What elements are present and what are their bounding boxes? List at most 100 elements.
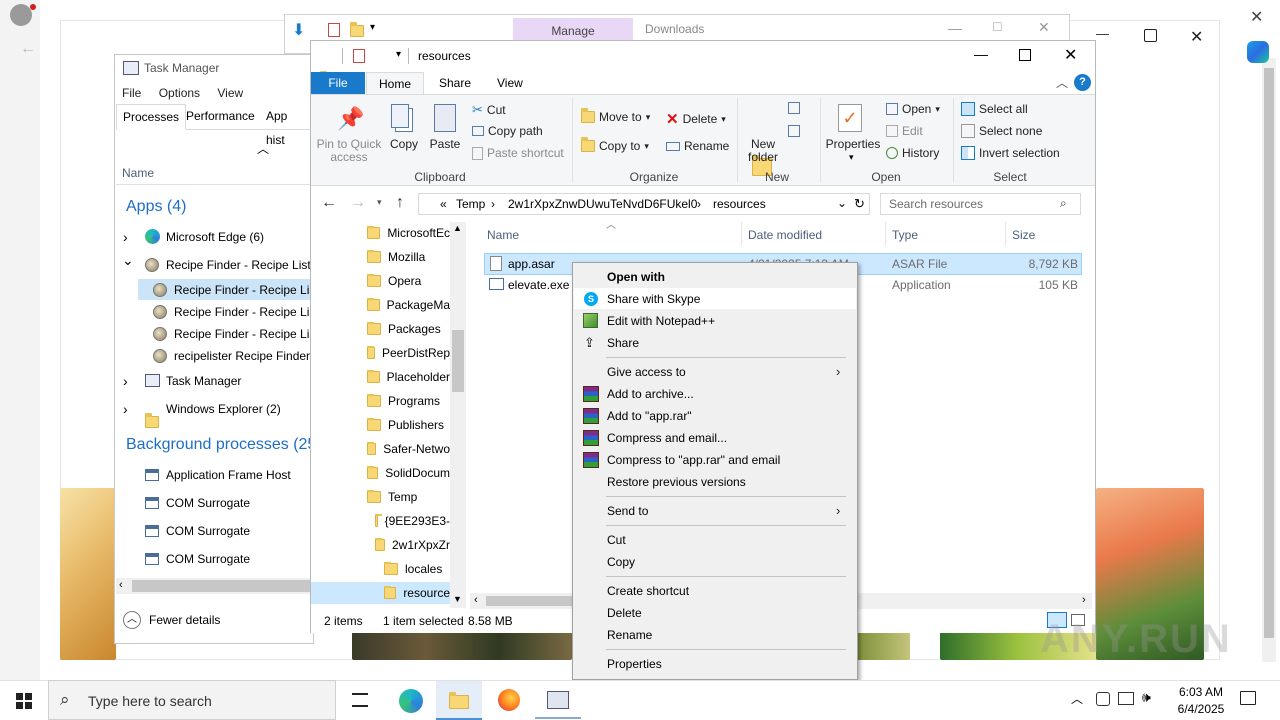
- nav-folder-item[interactable]: Placeholder: [367, 370, 450, 384]
- move-to-button[interactable]: Move to ▾: [581, 108, 650, 124]
- new-item-icon[interactable]: [788, 102, 800, 114]
- menu-file[interactable]: File: [122, 86, 141, 100]
- nav-folder-item[interactable]: Packages: [367, 322, 450, 336]
- column-header-date[interactable]: Date modified: [748, 228, 822, 242]
- easy-access-icon[interactable]: [788, 125, 800, 137]
- expand-explorer-icon[interactable]: ›: [123, 401, 128, 417]
- fewer-details-chevron-icon[interactable]: ︿: [123, 611, 141, 629]
- explorer-maximize-button[interactable]: [1019, 49, 1031, 61]
- column-header-name[interactable]: Name: [487, 228, 519, 242]
- bg-row-com-surrogate[interactable]: COM Surrogate: [166, 496, 250, 510]
- nav-folder-item[interactable]: {9EE293E3-: [375, 514, 450, 528]
- column-header-size[interactable]: Size: [1012, 228, 1035, 242]
- taskbar-task-manager-button[interactable]: [535, 681, 581, 719]
- file-name-app-asar[interactable]: app.asar: [508, 257, 555, 271]
- ctx-create-shortcut[interactable]: Create shortcut: [607, 584, 689, 598]
- breadcrumb-temp[interactable]: Temp: [456, 197, 485, 211]
- ctx-copy[interactable]: Copy: [607, 555, 635, 569]
- new-folder-button[interactable]: New folder: [743, 138, 783, 164]
- process-row-recipelister[interactable]: recipelister Recipe Finder: [174, 349, 310, 363]
- file-list-hscrollbar-thumb[interactable]: [486, 596, 572, 606]
- process-row-recipe-child[interactable]: Recipe Finder - Recipe Lis: [174, 283, 315, 297]
- file-name-elevate-exe[interactable]: elevate.exe: [508, 278, 569, 292]
- properties-check-icon[interactable]: [353, 49, 365, 63]
- properties-button[interactable]: Properties: [825, 138, 881, 151]
- explorer-minimize-button[interactable]: —: [974, 46, 988, 62]
- properties-dropdown-icon[interactable]: ▾: [849, 152, 854, 163]
- copy-button[interactable]: Copy: [387, 138, 421, 151]
- browser-window-close-button[interactable]: ✕: [1190, 27, 1203, 47]
- up-arrow-icon[interactable]: ↑: [396, 194, 404, 212]
- process-row-recipe-finder[interactable]: Recipe Finder - Recipe Liste: [166, 258, 317, 272]
- delete-button[interactable]: ✕ Delete ▾: [666, 110, 726, 128]
- ctx-send-to[interactable]: Send to: [607, 504, 648, 518]
- volume-icon[interactable]: 🕪: [1142, 689, 1151, 706]
- nav-folder-item[interactable]: Safer-Netwo: [367, 442, 450, 456]
- edit-button[interactable]: Edit: [886, 124, 923, 138]
- folder-icon[interactable]: [350, 22, 364, 37]
- tab-performance[interactable]: Performance: [180, 104, 261, 130]
- qat-dropdown-icon[interactable]: ▾: [370, 22, 375, 33]
- explorer-close-button[interactable]: ✕: [1064, 45, 1077, 65]
- help-icon[interactable]: ?: [1074, 74, 1091, 91]
- taskbar-edge-button[interactable]: [388, 681, 434, 719]
- properties-check-icon[interactable]: [328, 23, 340, 37]
- paste-button[interactable]: Paste: [428, 138, 462, 151]
- ctx-give-access-to[interactable]: Give access to: [607, 365, 686, 379]
- tab-home[interactable]: Home: [366, 72, 424, 95]
- network-icon[interactable]: [1118, 692, 1134, 705]
- nav-folder-item[interactable]: locales: [384, 562, 450, 576]
- ctx-add-to-archive[interactable]: Add to archive...: [607, 387, 694, 401]
- process-row-task-manager[interactable]: Task Manager: [166, 374, 241, 388]
- downloads-maximize-button[interactable]: □: [993, 18, 1001, 34]
- manage-tab[interactable]: Manage: [513, 18, 633, 42]
- downloads-minimize-button[interactable]: —: [948, 20, 962, 36]
- scroll-down-icon[interactable]: ▼: [453, 594, 462, 604]
- breadcrumb-separator-icon[interactable]: ›: [697, 197, 701, 211]
- ctx-rename[interactable]: Rename: [607, 628, 652, 642]
- recent-locations-icon[interactable]: ▾: [377, 197, 382, 208]
- ctx-properties[interactable]: Properties: [607, 657, 662, 671]
- address-dropdown-icon[interactable]: ⌄: [837, 196, 847, 210]
- column-separator[interactable]: [1005, 222, 1006, 246]
- avatar[interactable]: [10, 4, 32, 26]
- forward-arrow-icon[interactable]: →: [350, 194, 366, 212]
- breadcrumb-random-folder[interactable]: 2w1rXpxZnwDUwuTeNvdD6FUkel0: [508, 197, 697, 211]
- browser-scrollbar-thumb[interactable]: [1264, 68, 1274, 638]
- breadcrumb-resources[interactable]: resources: [713, 197, 766, 211]
- nav-folder-item[interactable]: 2w1rXpxZr: [375, 538, 450, 552]
- nav-folder-item[interactable]: SolidDocum: [367, 466, 450, 480]
- scroll-right-icon[interactable]: ›: [1082, 594, 1086, 606]
- tray-icon-1[interactable]: [1096, 692, 1110, 706]
- history-button[interactable]: History: [886, 146, 939, 160]
- copy-to-button[interactable]: Copy to ▾: [581, 137, 649, 153]
- menu-view[interactable]: View: [217, 86, 243, 100]
- nav-folder-item[interactable]: Temp: [367, 490, 450, 504]
- process-row-windows-explorer[interactable]: Windows Explorer (2): [166, 402, 281, 416]
- ctx-restore-previous-versions[interactable]: Restore previous versions: [607, 475, 746, 489]
- tab-view[interactable]: View: [497, 76, 523, 90]
- bg-row-com-surrogate[interactable]: COM Surrogate: [166, 524, 250, 538]
- notifications-icon[interactable]: [1240, 691, 1256, 705]
- scroll-up-icon[interactable]: ▲: [453, 223, 462, 233]
- process-row-recipe-child[interactable]: Recipe Finder - Recipe Lis: [174, 327, 315, 341]
- clock-date[interactable]: 6/4/2025: [1165, 702, 1237, 716]
- nav-scrollbar[interactable]: [450, 222, 466, 608]
- task-manager-hscrollbar-thumb[interactable]: [132, 580, 310, 592]
- process-row-recipe-child[interactable]: Recipe Finder - Recipe Lis: [174, 305, 315, 319]
- menu-options[interactable]: Options: [159, 86, 200, 100]
- nav-folder-item[interactable]: Programs: [367, 394, 450, 408]
- select-none-button[interactable]: Select none: [961, 124, 1042, 138]
- pin-to-quick-access-button[interactable]: Pin to Quick access: [315, 138, 383, 164]
- tab-app-history[interactable]: App hist: [260, 104, 314, 147]
- nav-folder-item[interactable]: PackageMa: [367, 298, 450, 312]
- ctx-compress-and-email[interactable]: Compress and email...: [607, 431, 727, 445]
- paste-shortcut-button[interactable]: Paste shortcut: [472, 146, 564, 160]
- start-button[interactable]: [0, 681, 48, 720]
- nav-folder-item[interactable]: PeerDistRep: [367, 346, 450, 360]
- ctx-cut[interactable]: Cut: [607, 533, 626, 547]
- column-separator[interactable]: [741, 222, 742, 246]
- ctx-edit-with-notepadpp[interactable]: Edit with Notepad++: [607, 314, 715, 328]
- clock-time[interactable]: 6:03 AM: [1171, 685, 1231, 699]
- cut-button[interactable]: ✂ Cut: [472, 102, 506, 118]
